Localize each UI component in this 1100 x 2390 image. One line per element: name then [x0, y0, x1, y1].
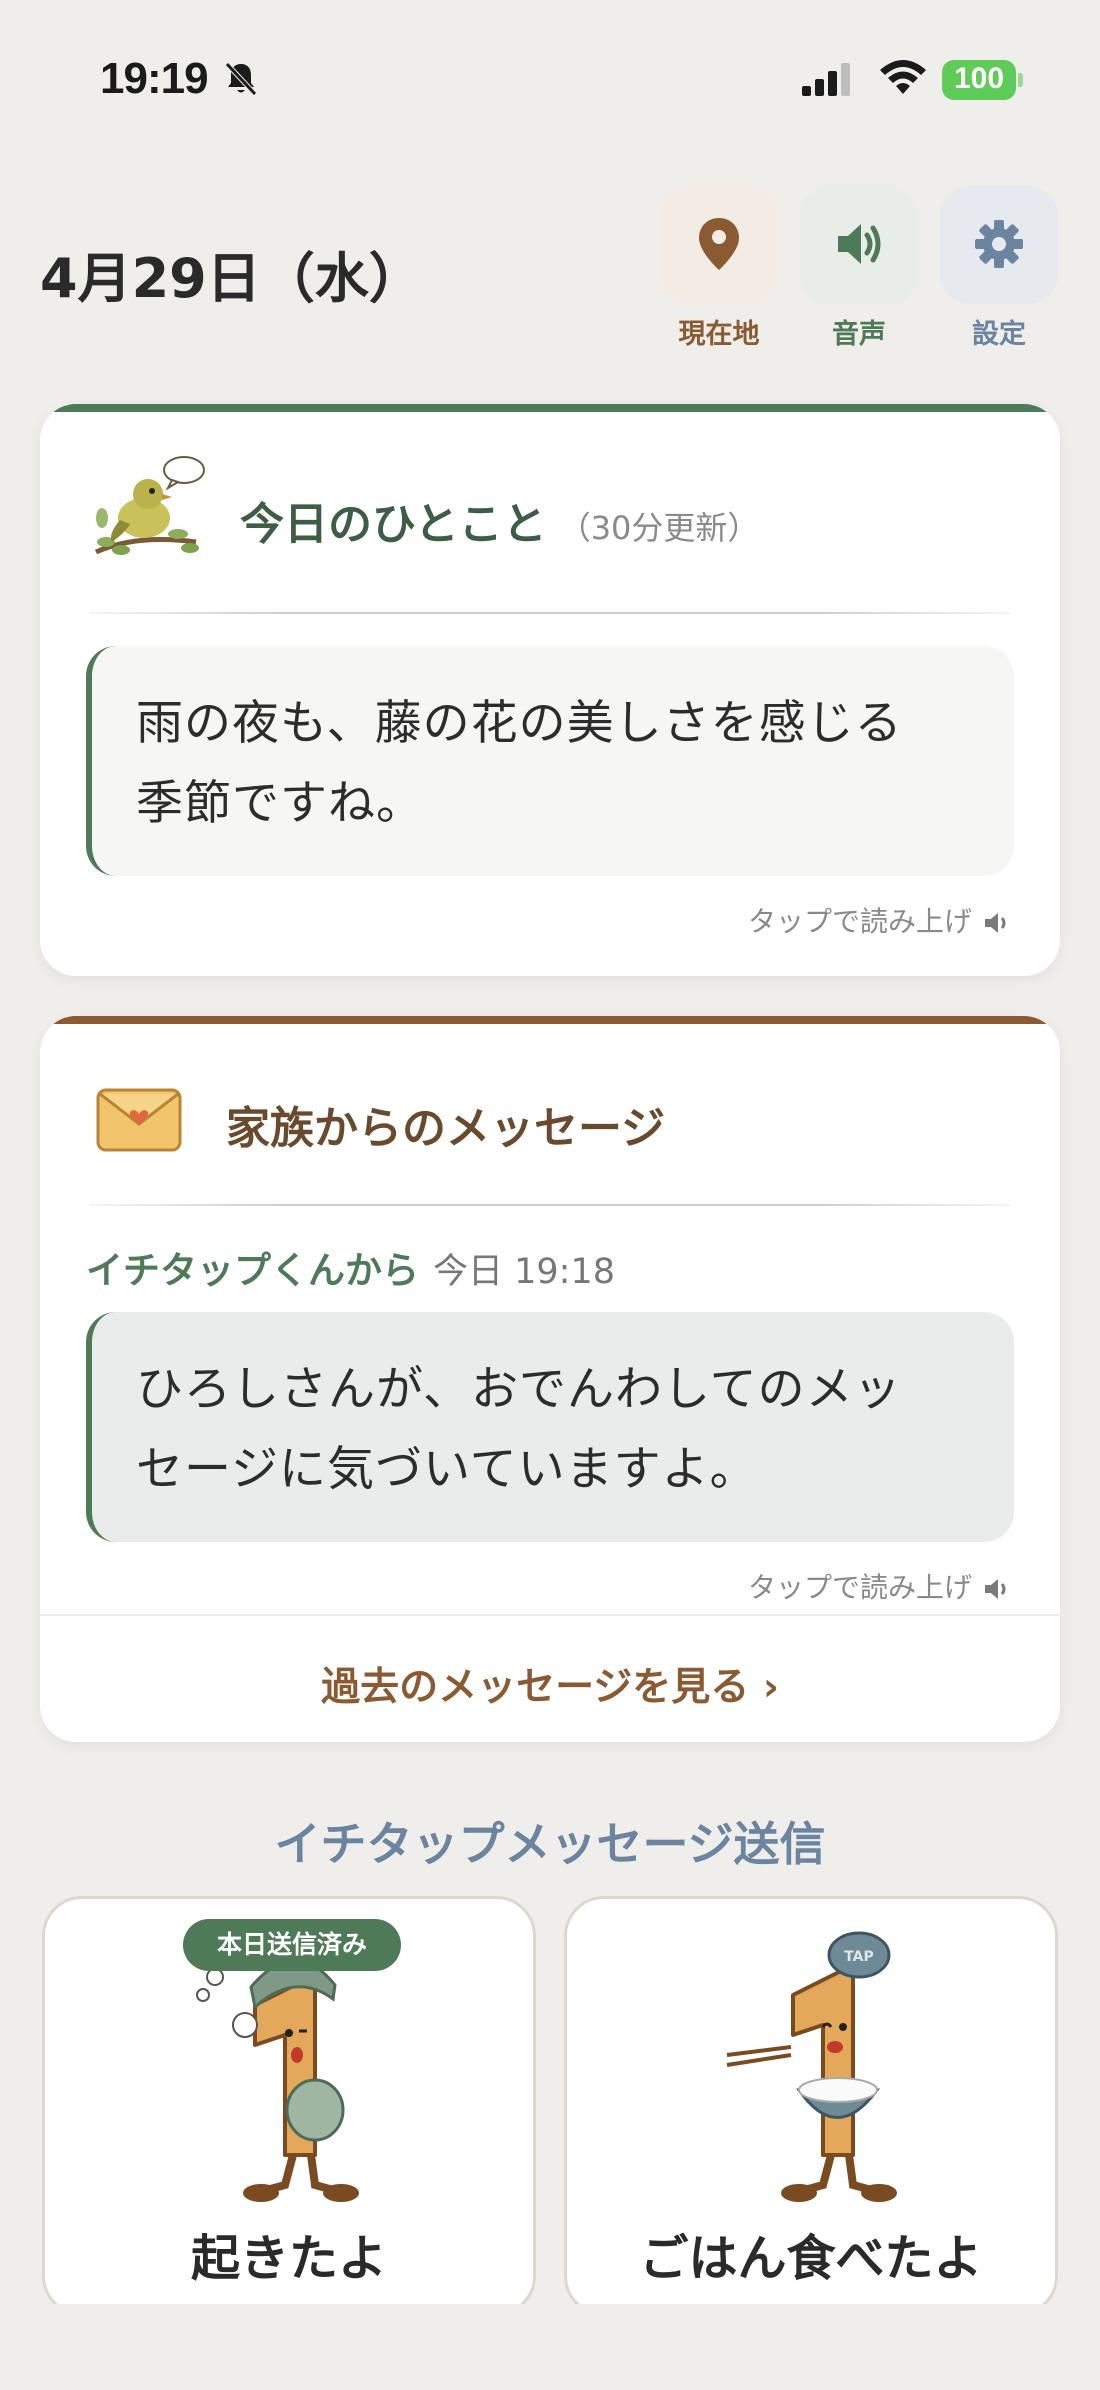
status-time: 19:19: [100, 54, 209, 103]
battery-indicator: 100: [942, 60, 1023, 100]
ate-meal-label: ごはん食べたよ: [639, 2230, 983, 2287]
daily-word-subtitle: （30分更新）: [558, 509, 760, 547]
settings-button-label[interactable]: 設定: [940, 312, 1058, 351]
speaker-icon: [838, 224, 881, 264]
sent-today-badge: 本日送信済み: [183, 1919, 401, 1971]
message-time: 今日 19:18: [433, 1252, 615, 1292]
family-message-text[interactable]: ひろしさんが、おでんわしてのメッ セージに気づいていますよ。: [86, 1312, 1014, 1542]
family-message-tts[interactable]: タップで読み上げ: [748, 1566, 1012, 1606]
cellular-signal-icon: [802, 63, 850, 96]
daily-word-text[interactable]: 雨の夜も、藤の花の美しさを感じる 季節ですね。: [86, 646, 1014, 876]
eating-character-icon: TAP: [726, 1931, 897, 2202]
location-button[interactable]: [660, 186, 778, 304]
page-date: 4月29日（水）: [40, 247, 423, 310]
speaker-small-icon: [985, 913, 1006, 933]
family-messages-card: 家族からのメッセージ イチタップくんから 今日 19:18 ひろしさんが、おでんわ…: [40, 1016, 1060, 1742]
wake-up-label: 起きたよ: [190, 2230, 387, 2287]
bird-icon: [94, 456, 205, 555]
gear-icon: [975, 220, 1023, 268]
voice-button-label[interactable]: 音声: [800, 312, 918, 351]
location-button-label[interactable]: 現在地: [660, 312, 778, 351]
one-tap-ate-meal-button[interactable]: TAP ごはん食べたよ: [564, 1896, 1058, 2316]
bell-muted-icon: [225, 62, 257, 96]
one-tap-wake-up-button[interactable]: 本日送信済み 起きたよ: [42, 1896, 536, 2316]
settings-button[interactable]: [940, 186, 1058, 304]
speaker-small-icon: [985, 1579, 1006, 1599]
location-pin-icon: [699, 218, 739, 270]
battery-level: 100: [953, 62, 1005, 95]
status-bar: 19:19 100: [0, 0, 1100, 160]
daily-word-tts[interactable]: タップで読み上げ: [748, 900, 1012, 940]
message-sender: イチタップくんから 今日 19:18: [86, 1249, 615, 1292]
envelope-icon: [96, 1088, 182, 1152]
daily-word-title: 今日のひとこと （30分更新）: [240, 499, 760, 550]
family-messages-title: 家族からのメッセージ: [226, 1103, 666, 1154]
wifi-icon: [880, 60, 926, 94]
svg-text:TAP: TAP: [844, 1949, 874, 1965]
one-tap-section-title: イチタップメッセージ送信: [274, 1817, 826, 1871]
past-messages-link[interactable]: 過去のメッセージを見る ›: [40, 1656, 1060, 1712]
daily-word-card: 今日のひとこと （30分更新） 雨の夜も、藤の花の美しさを感じる 季節ですね。 タ…: [40, 404, 1060, 976]
voice-button[interactable]: [800, 186, 918, 304]
